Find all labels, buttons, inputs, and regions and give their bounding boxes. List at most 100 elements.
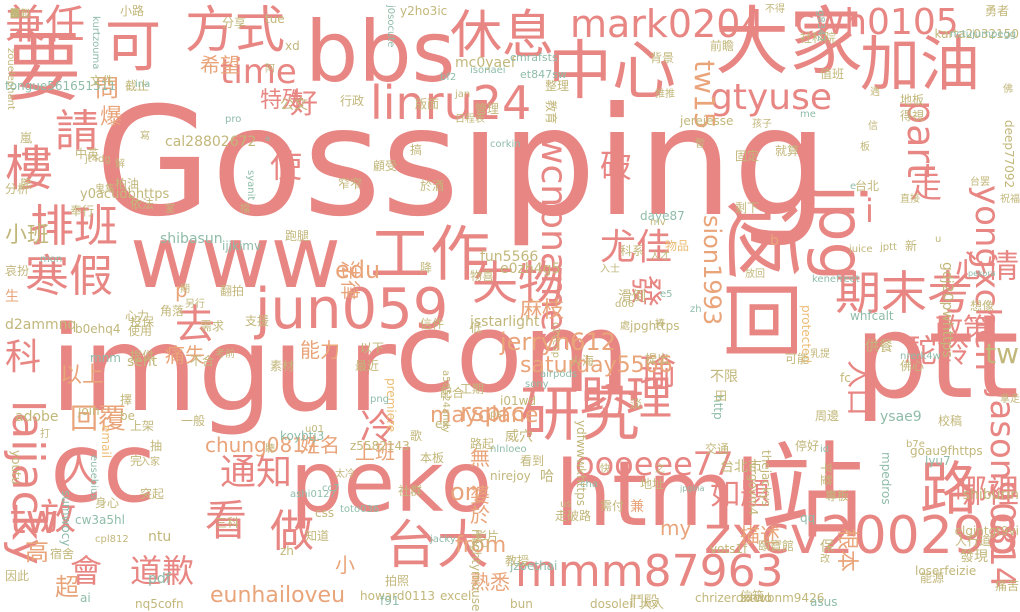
- word-cloud-term: zh: [690, 304, 702, 315]
- word-cloud-term: css: [315, 506, 335, 520]
- word-cloud-term: 田: [715, 389, 728, 403]
- word-cloud-term: 高: [25, 538, 49, 566]
- word-cloud-term: corkin: [490, 139, 521, 150]
- word-cloud-term: linru24: [370, 76, 532, 130]
- word-cloud-term: cc7: [322, 483, 340, 494]
- word-cloud-term: 婆: [470, 483, 490, 507]
- word-cloud-term: 三科: [215, 516, 240, 530]
- word-cloud-term: be: [120, 409, 135, 423]
- word-cloud-term: 勇者: [985, 4, 1010, 18]
- word-cloud-term: 抽: [150, 439, 163, 453]
- word-cloud-term: 聽: [265, 444, 275, 455]
- word-cloud-term: 能源: [920, 571, 945, 585]
- word-cloud-term: 入士: [600, 264, 620, 275]
- word-cloud-term: 停好: [795, 439, 820, 453]
- word-cloud-term: 發現: [960, 549, 988, 565]
- word-cloud-term: e: [850, 181, 857, 192]
- word-cloud-term: 行政: [340, 94, 365, 108]
- word-cloud-term: 擋: [240, 204, 250, 215]
- word-cloud-term: 之: [655, 464, 665, 475]
- word-cloud-term: 阿: [265, 64, 275, 75]
- word-cloud-term: 突起: [140, 487, 165, 501]
- word-cloud-term: 柏油: [115, 177, 140, 191]
- word-cloud-term: 固定: [735, 149, 760, 163]
- word-cloud-term: juice: [849, 244, 873, 255]
- word-cloud-term: 小: [335, 553, 355, 577]
- word-cloud-term: fc: [840, 371, 851, 385]
- word-cloud-term: 根本: [834, 528, 859, 573]
- word-cloud-term: 女口: [470, 539, 490, 550]
- word-cloud-term: cmrafsts: [510, 51, 558, 64]
- word-cloud-term: whfcalt: [850, 309, 894, 323]
- word-cloud-term: ydfwwwkhttps: [574, 420, 588, 507]
- word-cloud-term: 信箱: [740, 589, 765, 603]
- word-cloud-term: 翻拍: [220, 284, 245, 298]
- word-cloud-term: d06: [615, 299, 635, 310]
- word-cloud-term: 宿舍: [50, 547, 75, 561]
- word-cloud-term: mv: [650, 217, 666, 228]
- word-cloud-term: b: [770, 233, 779, 249]
- word-cloud-term: i: [865, 192, 874, 230]
- word-cloud-term: 分享: [222, 16, 247, 30]
- word-cloud-term: cal28802672: [165, 134, 257, 150]
- word-cloud-term: 搭: [10, 9, 20, 20]
- word-cloud-term: 入家: [140, 457, 160, 468]
- word-cloud-term: 頤寶館: [758, 539, 795, 553]
- word-cloud-term: mpedros: [879, 452, 893, 505]
- word-cloud-term: mark0204: [570, 2, 765, 46]
- word-cloud-term: 室: [165, 204, 175, 215]
- word-cloud-term: tue: [265, 12, 285, 26]
- word-cloud-term: g8342: [815, 10, 826, 42]
- word-cloud-term: u: [935, 234, 942, 245]
- word-cloud-term: u01: [305, 424, 325, 435]
- word-cloud-term: 本板: [420, 451, 445, 465]
- word-cloud-term: 快: [600, 464, 610, 475]
- word-cloud-term: z5582143: [350, 439, 410, 453]
- word-cloud-term: youtu: [9, 450, 23, 485]
- word-cloud-term: 交通: [705, 442, 730, 456]
- word-cloud-term: mnm: [90, 351, 121, 365]
- word-cloud-term: pdf: [148, 571, 171, 587]
- word-cloud-term: 淡: [630, 397, 643, 411]
- word-cloud-term: shiburin: [962, 487, 1019, 503]
- word-cloud-term: toto036: [340, 504, 380, 515]
- word-cloud-term: 心力: [125, 309, 150, 323]
- word-cloud-term: cha: [580, 479, 598, 490]
- word-cloud-term: 供餐: [865, 339, 893, 355]
- word-cloud-term: y2ho3ic: [400, 4, 448, 18]
- word-cloud-term: 超: [55, 573, 79, 601]
- word-cloud-term: 物喜: [470, 269, 495, 283]
- word-cloud-term: j0socute: [385, 5, 396, 48]
- word-cloud-term: qq: [800, 511, 816, 525]
- word-cloud-term: 地址: [640, 477, 665, 491]
- word-cloud-term: 想像: [970, 299, 995, 313]
- word-cloud-term: 不限: [710, 369, 738, 385]
- word-cloud: Gossiping imgur com www ptt cc html bbs peko 站返回大…: [0, 0, 1020, 612]
- word-cloud-term: 身心: [95, 496, 120, 510]
- word-cloud-term: 保: [820, 539, 834, 555]
- word-cloud-term: 值班: [820, 67, 845, 81]
- word-cloud-term: 火海: [570, 354, 595, 368]
- word-cloud-term: asus: [810, 595, 838, 609]
- word-cloud-term: 校稿: [938, 414, 963, 428]
- word-cloud-term: 一般: [181, 414, 206, 428]
- word-cloud-term: 素材: [270, 359, 295, 373]
- word-cloud-term: e0zh4g5: [500, 261, 561, 277]
- word-cloud-term: kurtzouma: [90, 16, 101, 70]
- word-cloud-term: 哈: [540, 469, 554, 485]
- word-cloud-term: 直接: [900, 194, 920, 205]
- word-cloud-term: 遇: [870, 87, 880, 98]
- word-cloud-term: 哀扮: [5, 264, 30, 278]
- word-cloud-term: email: [99, 425, 113, 459]
- word-cloud-term: nctujumpegg: [950, 29, 1017, 40]
- word-cloud-term: 改: [820, 554, 830, 565]
- word-cloud-term: 不合: [190, 354, 215, 368]
- word-cloud-term: 另行: [185, 299, 205, 310]
- word-cloud-term: 能力: [300, 338, 340, 362]
- word-cloud-term: 祝福: [1000, 194, 1020, 205]
- word-cloud-term: 平整: [819, 462, 833, 487]
- word-cloud-term: 版面: [415, 97, 440, 111]
- word-cloud-term: 信件: [420, 317, 445, 331]
- word-cloud-term: kenefreet: [812, 274, 860, 285]
- word-cloud-term: 周邊: [815, 409, 840, 423]
